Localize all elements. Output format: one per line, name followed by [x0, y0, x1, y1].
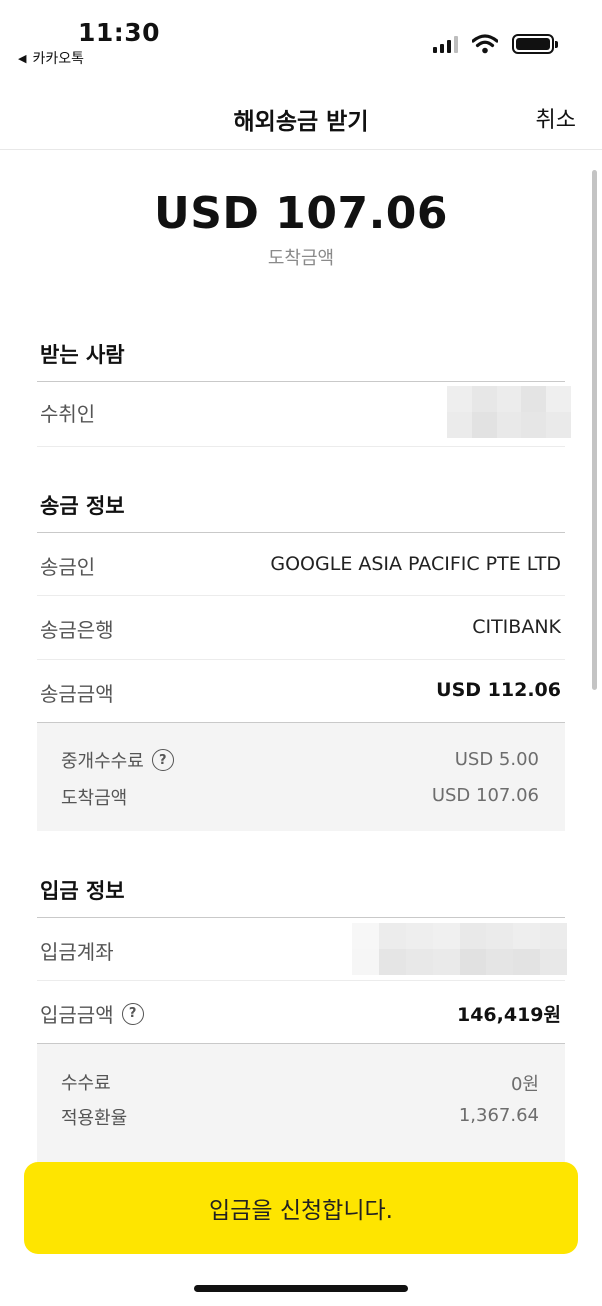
page-title: 해외송금 받기: [233, 109, 369, 135]
status-indicators: [433, 34, 558, 54]
deposit-amount-label: 입금금액: [40, 1003, 114, 1027]
divider: [37, 446, 565, 447]
arrival-amount: USD 107.06: [153, 188, 449, 239]
help-icon[interactable]: ?: [121, 1002, 144, 1025]
home-indicator[interactable]: [194, 1285, 408, 1292]
sent-amount-value: USD 112.06: [436, 679, 561, 701]
triangle-left-icon: ◀: [18, 51, 27, 65]
remittance-breakdown: 중개수수료 ? USD 5.00 도착금액 USD 107.06: [37, 723, 565, 831]
exchange-rate-value: 1,367.64: [458, 1105, 539, 1126]
sender-label: 송금인: [40, 555, 96, 579]
nav-header: 해외송금 받기 취소: [0, 84, 602, 150]
arrival-amount-label: 도착금액: [267, 248, 335, 269]
fee-label: 수수료: [61, 1073, 111, 1094]
wifi-icon: [472, 34, 498, 54]
back-to-app-link[interactable]: ◀ 카카오톡: [18, 48, 84, 68]
sender-value: GOOGLE ASIA PACIFIC PTE LTD: [270, 553, 561, 575]
arrival-amount-breakdown-label: 도착금액: [61, 788, 128, 809]
recipient-name-redacted: [447, 386, 571, 438]
section-title-recipient: 받는 사람: [40, 343, 125, 367]
deposit-amount-value: 146,419원: [456, 1004, 561, 1026]
arrival-amount-breakdown-value: USD 107.06: [431, 785, 539, 806]
cellular-signal-icon: [433, 35, 458, 53]
sending-bank-value: CITIBANK: [472, 616, 561, 638]
divider: [37, 595, 565, 596]
recipient-name-label: 수취인: [40, 402, 96, 426]
section-title-remittance: 송금 정보: [40, 494, 125, 518]
divider: [37, 659, 565, 660]
cancel-button[interactable]: 취소: [536, 102, 576, 134]
sending-bank-label: 송금은행: [40, 618, 114, 642]
back-app-label: 카카오톡: [32, 51, 84, 67]
fee-value: 0원: [510, 1074, 539, 1095]
divider: [37, 980, 565, 981]
apply-deposit-button[interactable]: 입금을 신청합니다.: [24, 1162, 578, 1254]
deposit-breakdown: 수수료 0원 적용환율 1,367.64: [37, 1044, 565, 1162]
section-title-deposit: 입금 정보: [40, 879, 125, 903]
status-time: 11:30: [78, 18, 161, 47]
divider: [37, 532, 565, 533]
exchange-rate-label: 적용환율: [61, 1108, 128, 1129]
battery-icon: [512, 34, 558, 54]
deposit-amount-row-label: 입금금액 ?: [40, 999, 144, 1028]
deposit-account-redacted: [352, 923, 567, 975]
divider: [37, 917, 565, 918]
help-icon[interactable]: ?: [151, 749, 174, 771]
intermediary-fee-row-label: 중개수수료 ?: [61, 747, 174, 773]
intermediary-fee-label: 중개수수료: [61, 751, 144, 772]
deposit-account-label: 입금계좌: [40, 940, 114, 964]
divider: [37, 381, 565, 382]
intermediary-fee-value: USD 5.00: [454, 749, 539, 770]
sent-amount-label: 송금금액: [40, 682, 114, 706]
